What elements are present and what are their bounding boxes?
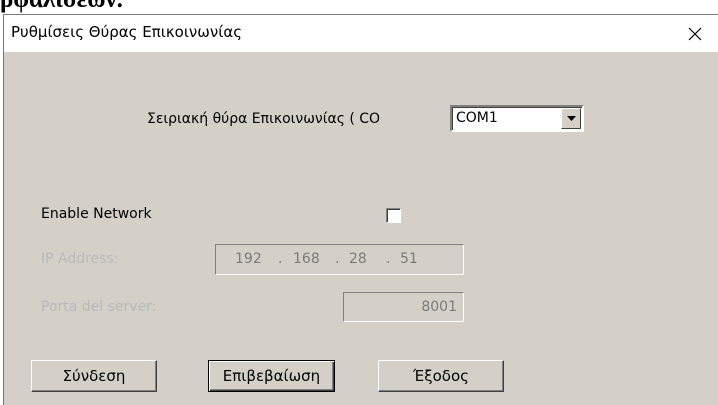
dialog-title: Ρυθμίσεις Θύρας Επικοινωνίας xyxy=(11,23,243,41)
server-port-field[interactable]: 8001 xyxy=(343,292,464,322)
enable-network-checkbox[interactable] xyxy=(386,208,401,223)
ip-address-field[interactable]: 192 . 168 . 28 . 51 xyxy=(215,244,464,275)
serial-port-value: COM1 xyxy=(456,110,498,126)
serial-port-label: Σειριακή θύρα Επικοινωνίας ( CO xyxy=(147,111,381,127)
server-port-value: 8001 xyxy=(421,299,457,315)
close-button[interactable] xyxy=(672,15,718,52)
ip-octet-4: 51 xyxy=(400,251,418,267)
server-port-label: Porta del server: xyxy=(41,299,157,315)
port-settings-dialog: Ρυθμίσεις Θύρας Επικοινωνίας Σειριακή θύ… xyxy=(3,14,718,405)
chevron-down-icon xyxy=(566,116,576,121)
serial-port-select[interactable]: COM1 xyxy=(450,105,584,132)
ip-address-label: IP Address: xyxy=(41,251,119,267)
ip-octet-3: 28 xyxy=(349,251,367,267)
document-text-fragment: ρφαλίσεων. xyxy=(0,0,300,14)
connect-button[interactable]: Σύνδεση xyxy=(31,360,157,392)
ip-octet-2: 168 xyxy=(293,251,320,267)
enable-network-label: Enable Network xyxy=(41,206,152,222)
title-bar: Ρυθμίσεις Θύρας Επικοινωνίας xyxy=(4,15,718,52)
close-icon xyxy=(688,27,702,40)
dropdown-button[interactable] xyxy=(561,108,581,129)
confirm-button[interactable]: Επιβεβαίωση xyxy=(208,360,335,392)
exit-button[interactable]: Έξοδος xyxy=(378,360,504,392)
dialog-client-area: Σειριακή θύρα Επικοινωνίας ( CO COM1 Ena… xyxy=(4,52,718,405)
ip-octet-1: 192 xyxy=(235,251,262,267)
